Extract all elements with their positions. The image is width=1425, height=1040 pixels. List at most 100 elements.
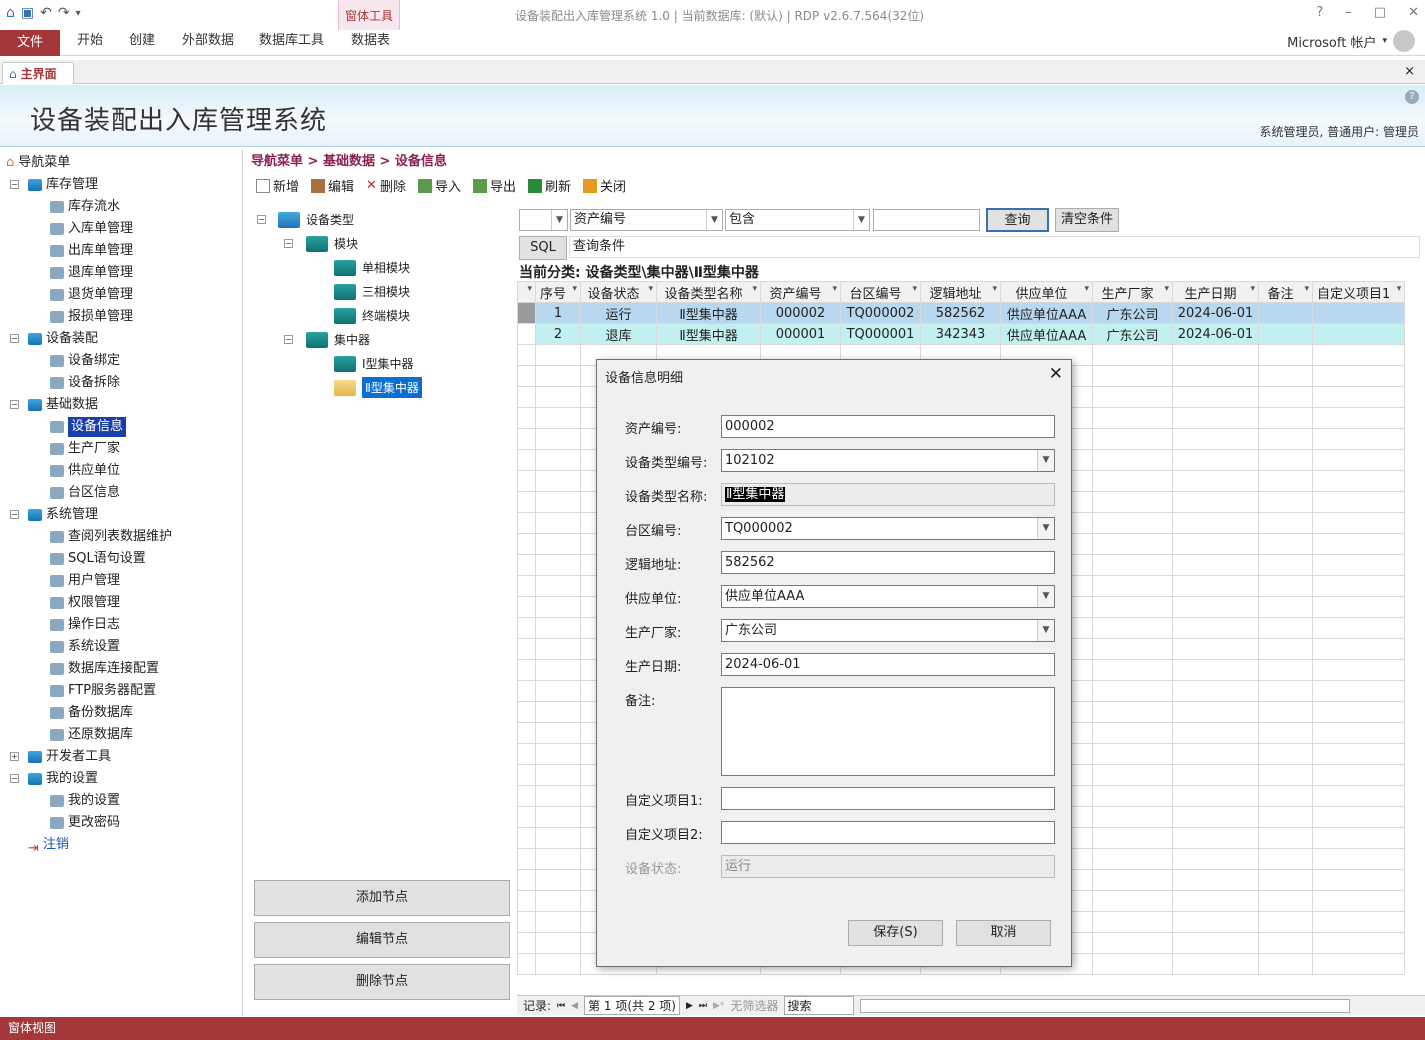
- table-cell[interactable]: 2024-06-01: [1172, 323, 1260, 345]
- table-row[interactable]: 1 运行 Ⅱ型集中器 000002 TQ000002 582562 供应单位AAA 广东公司 2…: [517, 302, 1406, 324]
- sidebar-item[interactable]: 开发者工具: [28, 747, 111, 767]
- import-button[interactable]: 导入: [417, 176, 461, 195]
- sidebar-item[interactable]: 退库单管理: [50, 263, 133, 283]
- operator-select[interactable]: 包含 ▼: [725, 209, 870, 231]
- clear-conditions-button[interactable]: 清空条件: [1055, 208, 1119, 232]
- table-cell[interactable]: TQ000001: [840, 323, 922, 345]
- logic-select[interactable]: ▼: [519, 209, 568, 231]
- table-cell[interactable]: 退库: [580, 323, 658, 345]
- collapse-icon[interactable]: −: [10, 180, 19, 189]
- sidebar-item[interactable]: 设备装配: [28, 329, 98, 349]
- query-button[interactable]: 查询: [986, 208, 1049, 232]
- tree-node-terminal[interactable]: 终端模块: [334, 307, 410, 324]
- table-cell[interactable]: [1312, 302, 1406, 324]
- maximize-button[interactable]: □: [1374, 5, 1386, 20]
- record-position[interactable]: 第 1 项(共 2 项): [584, 996, 680, 1015]
- sidebar-item[interactable]: 更改密码: [50, 813, 120, 833]
- delete-button[interactable]: ✕ 删除: [366, 176, 406, 195]
- table-cell[interactable]: TQ000002: [840, 302, 922, 324]
- expand-icon[interactable]: +: [10, 752, 19, 761]
- type-no-select[interactable]: 102102 ▼: [721, 449, 1055, 472]
- sql-button[interactable]: SQL: [519, 236, 567, 260]
- chevron-down-icon[interactable]: ▼: [1037, 620, 1054, 641]
- edit-button[interactable]: 编辑: [311, 176, 354, 195]
- column-header[interactable]: 设备状态: [580, 281, 658, 303]
- column-header[interactable]: 供应单位: [1000, 281, 1094, 303]
- tab-create[interactable]: 创建: [129, 30, 155, 56]
- export-button[interactable]: 导出: [472, 176, 516, 195]
- search-input[interactable]: 搜索: [784, 996, 855, 1015]
- collapse-icon[interactable]: −: [10, 510, 19, 519]
- account-area[interactable]: Microsoft 帐户 ▾: [1287, 30, 1415, 52]
- help-icon[interactable]: ?: [1316, 5, 1323, 20]
- table-cell[interactable]: Ⅱ型集中器: [656, 323, 762, 345]
- tab-datasheet[interactable]: 数据表: [351, 30, 390, 56]
- close-window-button[interactable]: ✕: [1408, 5, 1419, 20]
- delete-node-button[interactable]: 删除节点: [254, 964, 510, 1000]
- tree-node-type1[interactable]: Ⅰ型集中器: [334, 355, 414, 372]
- tree-node-root[interactable]: 设备类型: [278, 211, 354, 228]
- type-name-field[interactable]: Ⅱ型集中器: [721, 483, 1055, 506]
- horizontal-scrollbar[interactable]: [860, 998, 1351, 1013]
- collapse-icon[interactable]: −: [10, 334, 19, 343]
- table-cell[interactable]: 广东公司: [1092, 302, 1174, 324]
- table-cell[interactable]: [1258, 323, 1314, 345]
- sidebar-item[interactable]: 退货单管理: [50, 285, 133, 305]
- account-label[interactable]: Microsoft 帐户: [1287, 32, 1376, 51]
- sidebar-item[interactable]: 库存流水: [50, 197, 120, 217]
- sidebar-item[interactable]: 生产厂家: [50, 439, 120, 459]
- table-cell[interactable]: 供应单位AAA: [1000, 323, 1094, 345]
- table-row[interactable]: 2 退库 Ⅱ型集中器 000001 TQ000001 342343 供应单位AAA 广东公司 2…: [517, 323, 1406, 345]
- sidebar-item[interactable]: 报损单管理: [50, 307, 133, 327]
- tree-node-three-phase[interactable]: 三相模块: [334, 283, 410, 300]
- sidebar-item[interactable]: 我的设置: [50, 791, 120, 811]
- table-cell[interactable]: 342343: [920, 323, 1002, 345]
- sidebar-item[interactable]: 还原数据库: [50, 725, 133, 745]
- row-selector[interactable]: [517, 323, 536, 345]
- sidebar-item[interactable]: 出库单管理: [50, 241, 133, 261]
- add-node-button[interactable]: 添加节点: [254, 880, 510, 916]
- cancel-button[interactable]: 取消: [956, 920, 1051, 946]
- minimize-button[interactable]: –: [1345, 5, 1352, 20]
- collapse-icon[interactable]: −: [10, 774, 19, 783]
- sidebar-item[interactable]: 数据库连接配置: [50, 659, 159, 679]
- column-header[interactable]: 设备类型名称: [656, 281, 762, 303]
- asset-no-field[interactable]: 000002: [721, 415, 1055, 438]
- help-icon[interactable]: ?: [1405, 90, 1419, 104]
- chevron-down-icon[interactable]: ▾: [1382, 36, 1387, 46]
- column-header[interactable]: 逻辑地址: [920, 281, 1002, 303]
- prev-record-icon[interactable]: ◀: [571, 1001, 578, 1011]
- chevron-down-icon[interactable]: ▼: [1037, 518, 1054, 539]
- close-button[interactable]: 关闭: [583, 176, 626, 195]
- next-record-icon[interactable]: ▶: [686, 1001, 693, 1011]
- table-cell[interactable]: 2024-06-01: [1172, 302, 1260, 324]
- tree-node-concentrator[interactable]: 集中器: [306, 331, 370, 348]
- collapse-icon[interactable]: −: [284, 239, 293, 248]
- sidebar-item[interactable]: 设备信息: [50, 417, 127, 437]
- tab-main[interactable]: ⌂ 主界面: [2, 62, 74, 84]
- table-cell[interactable]: [1258, 302, 1314, 324]
- close-icon[interactable]: ✕: [1049, 364, 1063, 384]
- sidebar-item[interactable]: 设备拆除: [50, 373, 120, 393]
- collapse-icon[interactable]: −: [257, 215, 266, 224]
- column-header[interactable]: 序号: [534, 281, 582, 303]
- tab-database-tools[interactable]: 数据库工具: [259, 30, 324, 56]
- tree-node-type2[interactable]: Ⅱ型集中器: [334, 377, 422, 398]
- field-select[interactable]: 资产编号 ▼: [570, 209, 723, 231]
- sidebar-item[interactable]: 台区信息: [50, 483, 120, 503]
- tab-file[interactable]: 文件: [0, 30, 60, 56]
- filter-value-input[interactable]: [873, 209, 980, 231]
- sidebar-item[interactable]: ⇥ 注销: [28, 835, 69, 856]
- avatar[interactable]: [1393, 30, 1415, 52]
- new-record-icon[interactable]: ▶*: [713, 1001, 724, 1011]
- save-button[interactable]: 保存(S): [848, 920, 943, 946]
- date-field[interactable]: 2024-06-01: [721, 653, 1055, 676]
- table-cell[interactable]: 2: [534, 323, 582, 345]
- undo-icon[interactable]: ↶: [40, 5, 52, 21]
- column-header[interactable]: 生产日期: [1172, 281, 1260, 303]
- edit-node-button[interactable]: 编辑节点: [254, 922, 510, 958]
- sidebar-item[interactable]: 基础数据: [28, 395, 98, 415]
- sidebar-item[interactable]: 操作日志: [50, 615, 120, 635]
- nav-root[interactable]: ⌂ 导航菜单: [6, 153, 70, 173]
- area-no-select[interactable]: TQ000002 ▼: [721, 517, 1055, 540]
